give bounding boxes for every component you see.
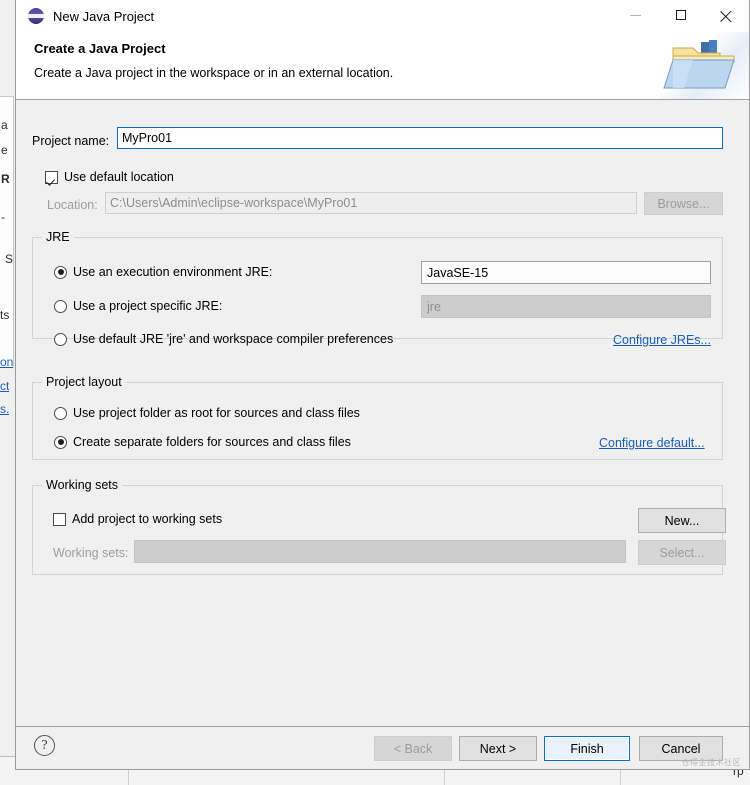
project-name-input[interactable]: MyPro01 [117,127,723,149]
configure-jres-link[interactable]: Configure JREs... [613,333,711,347]
background-text-fragment: s. [0,402,10,416]
use-default-location-label: Use default location [64,170,174,184]
help-icon[interactable]: ? [34,735,55,756]
jre-option-default[interactable]: Use default JRE 'jre' and workspace comp… [54,332,393,346]
layout-option-project-folder-root[interactable]: Use project folder as root for sources a… [54,406,360,420]
background-text-fragment: on [0,355,14,369]
background-text-fragment: R [1,172,10,186]
add-to-working-sets-label: Add project to working sets [72,512,223,526]
wizard-content: Project name: MyPro01 Use default locati… [16,100,749,727]
radio-unselected-icon [54,406,67,420]
back-button[interactable]: < Back [374,736,452,761]
execution-environment-combo[interactable]: JavaSE-15 [421,261,711,284]
close-button[interactable] [703,0,748,30]
location-input[interactable]: C:\Users\Admin\eclipse-workspace\MyPro01 [105,192,637,214]
close-icon [719,9,732,22]
background-text-fragment: e [1,143,8,157]
minimize-button[interactable] [613,0,658,30]
jre-option-label: Use an execution environment JRE: [73,265,273,279]
location-label: Location: [47,198,98,212]
wizard-header: Create a Java Project Create a Java proj… [16,32,749,100]
dialog-footer: ? < Back Next > Finish Cancel 仓得金技术社区 [16,726,749,769]
page-title: Create a Java Project [34,41,166,56]
checkbox-unchecked-icon [53,512,66,526]
project-name-label: Project name: [32,134,110,148]
background-text-fragment: ts [0,308,10,322]
jre-group: JRE Use an execution environment JRE: Ja… [32,230,723,347]
java-folder-banner-icon [659,32,749,99]
new-working-set-button[interactable]: New... [638,508,726,533]
jre-option-execution-environment[interactable]: Use an execution environment JRE: [54,265,272,279]
project-specific-jre-combo[interactable]: jre [421,295,711,318]
working-sets-group: Working sets Add project to working sets… [32,478,726,575]
window-title: New Java Project [53,8,155,24]
maximize-icon [675,10,686,20]
finish-button[interactable]: Finish [544,736,630,761]
jre-option-project-specific[interactable]: Use a project specific JRE: [54,299,222,313]
configure-default-link[interactable]: Configure default... [599,436,705,450]
background-text-fragment: ct [0,379,10,393]
dialog-titlebar: New Java Project [16,0,749,32]
working-sets-label: Working sets: [53,546,129,560]
layout-option-label: Use project folder as root for sources a… [73,406,360,420]
radio-unselected-icon [54,332,67,346]
radio-selected-icon [54,265,67,279]
watermark-text: 仓得金技术社区 [681,758,741,767]
checkbox-checked-icon [45,170,58,184]
layout-option-separate-folders[interactable]: Create separate folders for sources and … [54,435,351,449]
background-text-fragment: - [1,210,5,224]
browse-button[interactable]: Browse... [644,192,723,215]
background-text-fragment: S [5,252,14,266]
working-sets-combo[interactable] [134,540,626,563]
use-default-location-checkbox[interactable]: Use default location [45,170,174,184]
new-java-project-dialog: New Java Project Create a Java Project C… [15,0,750,770]
jre-option-label: Use default JRE 'jre' and workspace comp… [73,332,394,346]
radio-selected-icon [54,435,67,449]
background-text-fragment: a [1,118,8,132]
project-layout-group-title: Project layout [42,375,126,389]
radio-unselected-icon [54,299,67,313]
jre-option-label: Use a project specific JRE: [73,299,223,313]
working-sets-group-title: Working sets [42,478,123,492]
background-panel-a [0,96,14,368]
minimize-icon [630,15,641,16]
layout-option-label: Create separate folders for sources and … [73,435,351,449]
page-description: Create a Java project in the workspace o… [34,66,394,80]
jre-group-title: JRE [42,230,74,244]
maximize-button[interactable] [658,0,703,30]
java-project-icon [28,8,44,24]
next-button[interactable]: Next > [459,736,537,761]
project-layout-group: Project layout Use project folder as roo… [32,375,723,460]
select-working-sets-button[interactable]: Select... [638,540,726,565]
add-to-working-sets-checkbox[interactable]: Add project to working sets [53,512,222,526]
